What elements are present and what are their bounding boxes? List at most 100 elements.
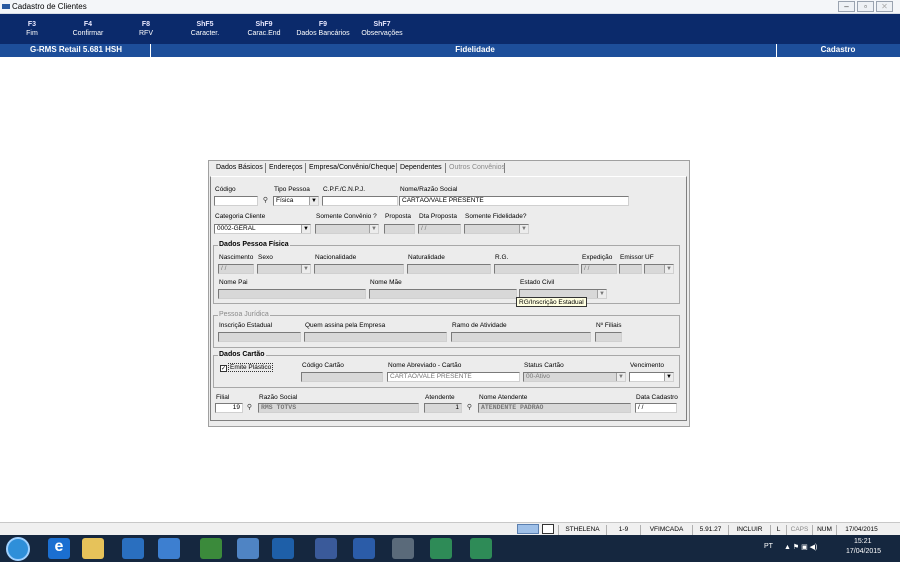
somente-convenio-select[interactable]: ▼ [315,224,379,234]
binoculars-icon[interactable]: ⚲ [465,403,474,412]
dta-proposta-input[interactable]: / / [418,224,461,234]
start-button[interactable] [6,537,30,561]
rg-input[interactable] [494,264,579,274]
app-version: G-RMS Retail 5.681 HSH [30,45,123,54]
tooltip: RG/Inscrição Estadual [516,297,587,307]
app-icon[interactable] [158,538,180,559]
rms-icon[interactable] [430,538,452,559]
nascimento-input[interactable]: / / [218,264,254,274]
status-version: 5.91.27 [692,525,728,535]
proposta-input[interactable] [384,224,415,234]
tab-enderecos[interactable]: Endereços [269,164,302,171]
tab-empresa-convenio-cheque[interactable]: Empresa/Convênio/Cheque [309,164,395,171]
nome-mae-input[interactable] [369,289,517,299]
internet-explorer-icon[interactable]: e [48,538,70,559]
status-caps: CAPS [786,525,812,535]
proposta-label: Proposta [385,213,412,220]
dta-proposta-label: Dta Proposta [419,213,457,220]
sexo-select[interactable]: ▼ [257,264,311,274]
fkey-carac-end[interactable]: ShF9 Carac.End [244,20,284,38]
minimize-button[interactable]: – [838,1,855,12]
razao-input[interactable]: RMS TOTVS [258,403,419,413]
fkey-observacoes[interactable]: ShF7 Observações [358,20,406,38]
fkey-dados-bancarios[interactable]: F9 Dados Bancários [294,20,352,38]
folder-icon[interactable] [82,538,104,559]
status-mode: INCLUIR [728,525,770,535]
outlook-icon[interactable] [272,538,294,559]
nome-mae-label: Nome Mãe [370,279,402,286]
clock-date[interactable]: 17/04/2015 [846,548,881,555]
nome-abrev-input[interactable]: CARTÃO/VALE PRESENTE [387,372,520,382]
status-cartao-label: Status Cartão [524,362,564,369]
uf-select[interactable]: ▼ [644,264,674,274]
filial-input[interactable]: 19 [215,403,243,413]
chevron-down-icon: ▼ [519,225,528,233]
tab-dependentes[interactable]: Dependentes [400,164,442,171]
quem-assina-input[interactable] [304,332,447,342]
status-date: 17/04/2015 [836,525,886,535]
rms-icon[interactable] [470,538,492,559]
tab-dados-basicos[interactable]: Dados Básicos [216,164,263,171]
vencimento-select[interactable]: ▼ [629,372,674,382]
app-icon[interactable] [122,538,144,559]
pessoa-fisica-title: Dados Pessoa Física [218,241,290,248]
cpf-input[interactable] [322,196,398,206]
ramo-input[interactable] [451,332,591,342]
nacionalidade-label: Nacionalidade [315,254,357,261]
nome-atendente-input[interactable]: ATENDENTE PADRAO [478,403,631,413]
word-icon[interactable] [353,538,375,559]
somente-convenio-label: Somente Convênio ? [316,213,377,220]
status-bar: STHELENA 1-9 VFIMCADA 5.91.27 INCLUIR L … [0,522,900,535]
inscricao-input[interactable] [218,332,301,342]
nome-atendente-label: Nome Atendente [479,394,528,401]
inscricao-label: Inscrição Estadual [219,322,273,329]
vencimento-label: Vencimento [630,362,664,369]
status-range: 1-9 [606,525,640,535]
tray-icons[interactable]: ▲ ⚑ ▣ ◀) [784,543,817,551]
emissor-input[interactable] [619,264,642,274]
nome-pai-input[interactable] [218,289,366,299]
expedicao-input[interactable]: / / [581,264,617,274]
atendente-input[interactable]: 1 [424,403,462,413]
tab-outros-convenios[interactable]: Outros Convênios [449,164,505,171]
binoculars-icon[interactable]: ⚲ [245,403,254,412]
fkey-caracter[interactable]: ShF5 Caracter. [187,20,223,38]
divider [305,163,306,173]
nacionalidade-input[interactable] [314,264,404,274]
app-icon[interactable] [392,538,414,559]
naturalidade-input[interactable] [407,264,491,274]
chevron-down-icon: ▼ [309,197,318,205]
app-icon[interactable] [315,538,337,559]
somente-fidelidade-select[interactable]: ▼ [464,224,529,234]
binoculars-icon[interactable]: ⚲ [261,196,270,205]
app-icon[interactable] [200,538,222,559]
codigo-cartao-input[interactable] [301,372,383,382]
fkey-rfv[interactable]: F8 RFV [136,20,156,38]
maximize-button[interactable]: ▫ [857,1,874,12]
nome-input[interactable]: CARTÃO/VALE PRESENTE [399,196,629,206]
taskbar: e PT ▲ ⚑ ▣ ◀) 15:21 17/04/2015 [0,535,900,562]
emite-plastico-checkbox[interactable]: ✓ [220,365,227,372]
uf-label: UF [645,254,654,261]
divider [396,163,397,173]
codigo-input[interactable] [214,196,258,206]
tipo-pessoa-select[interactable]: Física ▼ [273,196,319,206]
clock-time[interactable]: 15:21 [854,538,872,545]
chevron-down-icon: ▼ [664,265,673,273]
atendente-label: Atendente [425,394,455,401]
codigo-cartao-label: Código Cartão [302,362,344,369]
nascimento-label: Nascimento [219,254,254,261]
filiais-input[interactable] [595,332,622,342]
filial-label: Filial [216,394,230,401]
fkey-fim[interactable]: F3 Fim [22,20,42,38]
categoria-select[interactable]: 0002-GERAL ▼ [214,224,311,234]
fkey-confirmar[interactable]: F4 Confirmar [68,20,108,38]
close-button[interactable]: ✕ [876,1,893,12]
status-program: VFIMCADA [640,525,692,535]
somente-fidelidade-label: Somente Fidelidade? [465,213,527,220]
data-cadastro-input[interactable]: / / [635,403,677,413]
app-icon[interactable] [237,538,259,559]
status-cartao-select[interactable]: 00-Ativo ▼ [523,372,626,382]
language-indicator[interactable]: PT [764,543,773,550]
sexo-label: Sexo [258,254,273,261]
